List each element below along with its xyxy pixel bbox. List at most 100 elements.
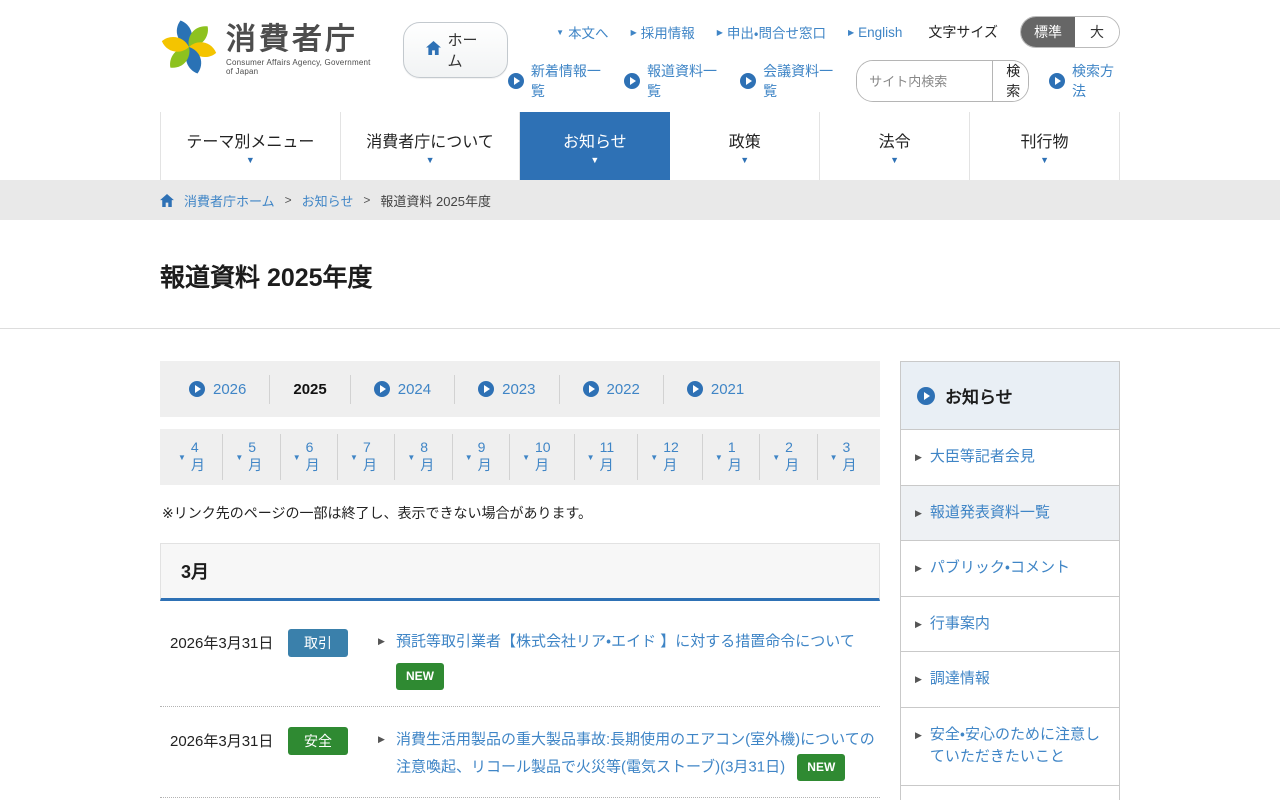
- sidebar-item-press-release-list[interactable]: ▶ 報道発表資料一覧: [901, 485, 1119, 541]
- sidebar-item-public-comment[interactable]: ▶ パブリック・コメント: [901, 540, 1119, 596]
- nav-publications[interactable]: 刊行物▼: [970, 112, 1120, 180]
- breadcrumb-separator: >: [363, 193, 370, 207]
- chevron-down-icon: ▼: [715, 453, 723, 462]
- font-size-toggle: 標準 大: [1020, 16, 1120, 48]
- month-tab-feb[interactable]: ▼2月: [760, 434, 817, 480]
- link-search-help[interactable]: 検索方法: [1049, 61, 1120, 101]
- category-badge-trade: 取引: [288, 629, 348, 657]
- month-tab-jun[interactable]: ▼6月: [281, 434, 338, 480]
- chevron-down-icon: ▼: [772, 453, 780, 462]
- breadcrumb: 消費者庁ホーム > お知らせ > 報道資料 2025年度: [160, 180, 1120, 220]
- chevron-down-icon: ▼: [293, 453, 301, 462]
- global-nav: テーマ別メニュー▼ 消費者庁について▼ お知らせ▼ 政策▼ 法令▼ 刊行物▼: [0, 112, 1280, 180]
- month-tab-nov[interactable]: ▼11月: [575, 434, 639, 480]
- chevron-right-icon: ▶: [717, 28, 723, 37]
- logo-title: 消費者庁: [226, 23, 379, 56]
- breadcrumb-news-link[interactable]: お知らせ: [302, 191, 354, 210]
- chevron-down-icon: ▼: [407, 453, 415, 462]
- quick-links-row: 新着情報一覧 報道資料一覧 会議資料一覧 検索 検索方法: [508, 60, 1120, 102]
- sidebar-item-new-info-list[interactable]: ▶ 新着情報一覧: [901, 785, 1119, 800]
- nav-policy[interactable]: 政策▼: [670, 112, 820, 180]
- new-badge: NEW: [396, 663, 444, 690]
- search-button[interactable]: 検索: [992, 61, 1029, 101]
- year-tab-2023[interactable]: 2023: [455, 375, 559, 404]
- chevron-down-icon: ▼: [465, 453, 473, 462]
- nav-about-caa[interactable]: 消費者庁について▼: [341, 112, 521, 180]
- play-circle-icon: [189, 381, 205, 397]
- play-circle-icon: [917, 387, 935, 405]
- chevron-down-icon: ▼: [426, 156, 435, 165]
- chevron-down-icon: ▼: [590, 156, 599, 165]
- breadcrumb-current: 報道資料 2025年度: [380, 191, 491, 210]
- chevron-down-icon: ▼: [830, 453, 838, 462]
- sidebar-heading[interactable]: お知らせ: [901, 362, 1119, 429]
- link-press-release-list[interactable]: 報道資料一覧: [624, 61, 720, 101]
- year-tab-2021[interactable]: 2021: [664, 375, 767, 404]
- chevron-right-icon: ▶: [915, 446, 922, 465]
- chevron-down-icon: ▼: [1040, 156, 1049, 165]
- title-section: 報道資料 2025年度: [0, 220, 1280, 329]
- site-search: 検索: [856, 60, 1029, 102]
- breadcrumb-separator: >: [285, 193, 292, 207]
- month-tab-aug[interactable]: ▼8月: [395, 434, 452, 480]
- link-english[interactable]: ▶ English: [848, 25, 902, 40]
- chevron-right-icon: ▶: [915, 724, 922, 743]
- breadcrumb-bar: 消費者庁ホーム > お知らせ > 報道資料 2025年度: [0, 180, 1280, 220]
- play-circle-icon: [687, 381, 703, 397]
- play-circle-icon: [583, 381, 599, 397]
- sidebar-item-press-conference[interactable]: ▶ 大臣等記者会見: [901, 429, 1119, 485]
- nav-news[interactable]: お知らせ▼: [520, 112, 670, 180]
- category-badge-safety: 安全: [288, 727, 348, 755]
- year-tab-2022[interactable]: 2022: [560, 375, 664, 404]
- news-date: 2026年3月31日: [170, 727, 288, 751]
- font-size-large-button[interactable]: 大: [1075, 17, 1119, 47]
- chevron-down-icon: ▼: [178, 453, 186, 462]
- breadcrumb-home-link[interactable]: 消費者庁ホーム: [184, 191, 275, 210]
- year-tab-2026[interactable]: 2026: [166, 375, 270, 404]
- chevron-down-icon: ▼: [556, 28, 564, 37]
- link-recruit[interactable]: ▶ 採用情報: [631, 22, 695, 42]
- nav-laws[interactable]: 法令▼: [820, 112, 970, 180]
- year-tab-2024[interactable]: 2024: [351, 375, 455, 404]
- chevron-right-icon: ▶: [378, 732, 385, 748]
- page-title: 報道資料 2025年度: [160, 220, 1120, 328]
- link-to-content[interactable]: ▼ 本文へ: [556, 22, 608, 42]
- chevron-down-icon: ▼: [650, 453, 658, 462]
- nav-theme-menu[interactable]: テーマ別メニュー▼: [160, 112, 341, 180]
- search-input[interactable]: [857, 61, 992, 101]
- month-tab-may[interactable]: ▼5月: [223, 434, 280, 480]
- news-row: 2026年3月31日 安全 ▶ 消費生活用製品の重大製品事故:長期使用のエアコン…: [160, 707, 880, 797]
- sidebar-item-safety-cautions[interactable]: ▶ 安全・安心のために注意していただきたいこと: [901, 707, 1119, 785]
- month-tab-oct[interactable]: ▼10月: [510, 434, 575, 480]
- home-button[interactable]: ホーム: [403, 22, 508, 78]
- sidebar-item-procurement[interactable]: ▶ 調達情報: [901, 651, 1119, 707]
- month-tab-jul[interactable]: ▼7月: [338, 434, 395, 480]
- month-tab-dec[interactable]: ▼12月: [638, 434, 703, 480]
- play-circle-icon: [740, 73, 756, 89]
- site-logo[interactable]: 消費者庁 Consumer Affairs Agency, Government…: [160, 18, 379, 81]
- chevron-down-icon: ▼: [235, 453, 243, 462]
- chevron-right-icon: ▶: [915, 502, 922, 521]
- chevron-down-icon: ▼: [890, 156, 899, 165]
- chevron-down-icon: ▼: [246, 156, 255, 165]
- sidebar-item-events[interactable]: ▶ 行事案内: [901, 596, 1119, 652]
- chevron-down-icon: ▼: [740, 156, 749, 165]
- font-size-standard-button[interactable]: 標準: [1021, 17, 1075, 47]
- link-new-info-list[interactable]: 新着情報一覧: [508, 61, 604, 101]
- month-tab-mar[interactable]: ▼3月: [818, 434, 874, 480]
- month-tab-sep[interactable]: ▼9月: [453, 434, 510, 480]
- link-meeting-materials-list[interactable]: 会議資料一覧: [740, 61, 836, 101]
- month-tab-apr[interactable]: ▼4月: [166, 434, 223, 480]
- news-date: 2026年3月31日: [170, 629, 288, 653]
- link-contact[interactable]: ▶ 申出・問合せ窓口: [717, 22, 826, 42]
- chevron-right-icon: ▶: [378, 634, 385, 650]
- news-link[interactable]: 預託等取引業者【株式会社リア・エイド 】に対する措置命令について: [396, 633, 855, 650]
- year-tabs: 2026 2025 2024 2023 2022 2021: [160, 361, 880, 417]
- chevron-right-icon: ▶: [915, 557, 922, 576]
- home-icon: [426, 41, 441, 59]
- caa-pinwheel-logo-icon: [160, 18, 218, 81]
- month-tab-jan[interactable]: ▼1月: [703, 434, 760, 480]
- utility-links: ▼ 本文へ ▶ 採用情報 ▶ 申出・問合せ窓口 ▶ English 文字サイズ: [556, 16, 1120, 48]
- home-icon: [160, 194, 174, 207]
- font-size-label: 文字サイズ: [928, 22, 998, 42]
